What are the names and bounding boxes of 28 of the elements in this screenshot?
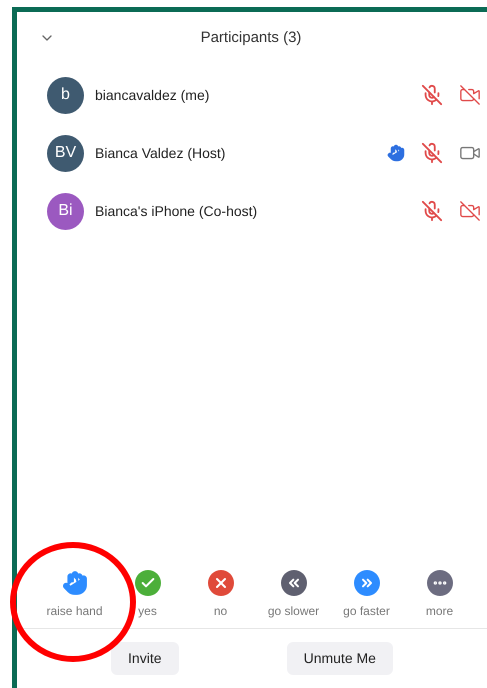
video-off-icon[interactable] [459,200,481,222]
rewind-icon [280,570,306,596]
action-button[interactable]: Unmute Me [286,642,393,675]
participant-name: biancavaldez (me) [95,86,210,105]
participant-row[interactable]: BV Bianca Valdez (Host) [17,124,487,182]
close-icon [208,570,234,596]
video-off-icon[interactable] [459,84,481,106]
avatar: b [47,76,84,114]
check-icon [134,570,160,596]
muted-microphone-icon[interactable] [421,200,443,222]
hand-icon [62,570,88,596]
reaction-button[interactable]: more [403,570,476,620]
panel-title: Participants (3) [200,28,302,48]
action-button[interactable]: Invite [111,642,178,675]
participant-row[interactable]: Bi Bianca's iPhone (Co-host) [17,182,487,240]
reaction-button[interactable]: go slower [257,570,330,620]
muted-microphone-icon[interactable] [421,84,443,106]
reaction-button[interactable]: yes [111,570,184,620]
avatar: BV [47,134,84,172]
more-icon [426,570,452,596]
participant-name: Bianca Valdez (Host) [95,144,226,163]
participant-row[interactable]: b biancavaldez (me) [17,66,487,124]
reaction-button[interactable]: no [184,570,257,620]
participant-name: Bianca's iPhone (Co-host) [95,202,258,221]
reaction-button[interactable]: go faster [330,570,403,620]
muted-microphone-icon[interactable] [421,142,443,164]
fast-forward-icon [354,570,380,596]
avatar: Bi [47,192,84,230]
